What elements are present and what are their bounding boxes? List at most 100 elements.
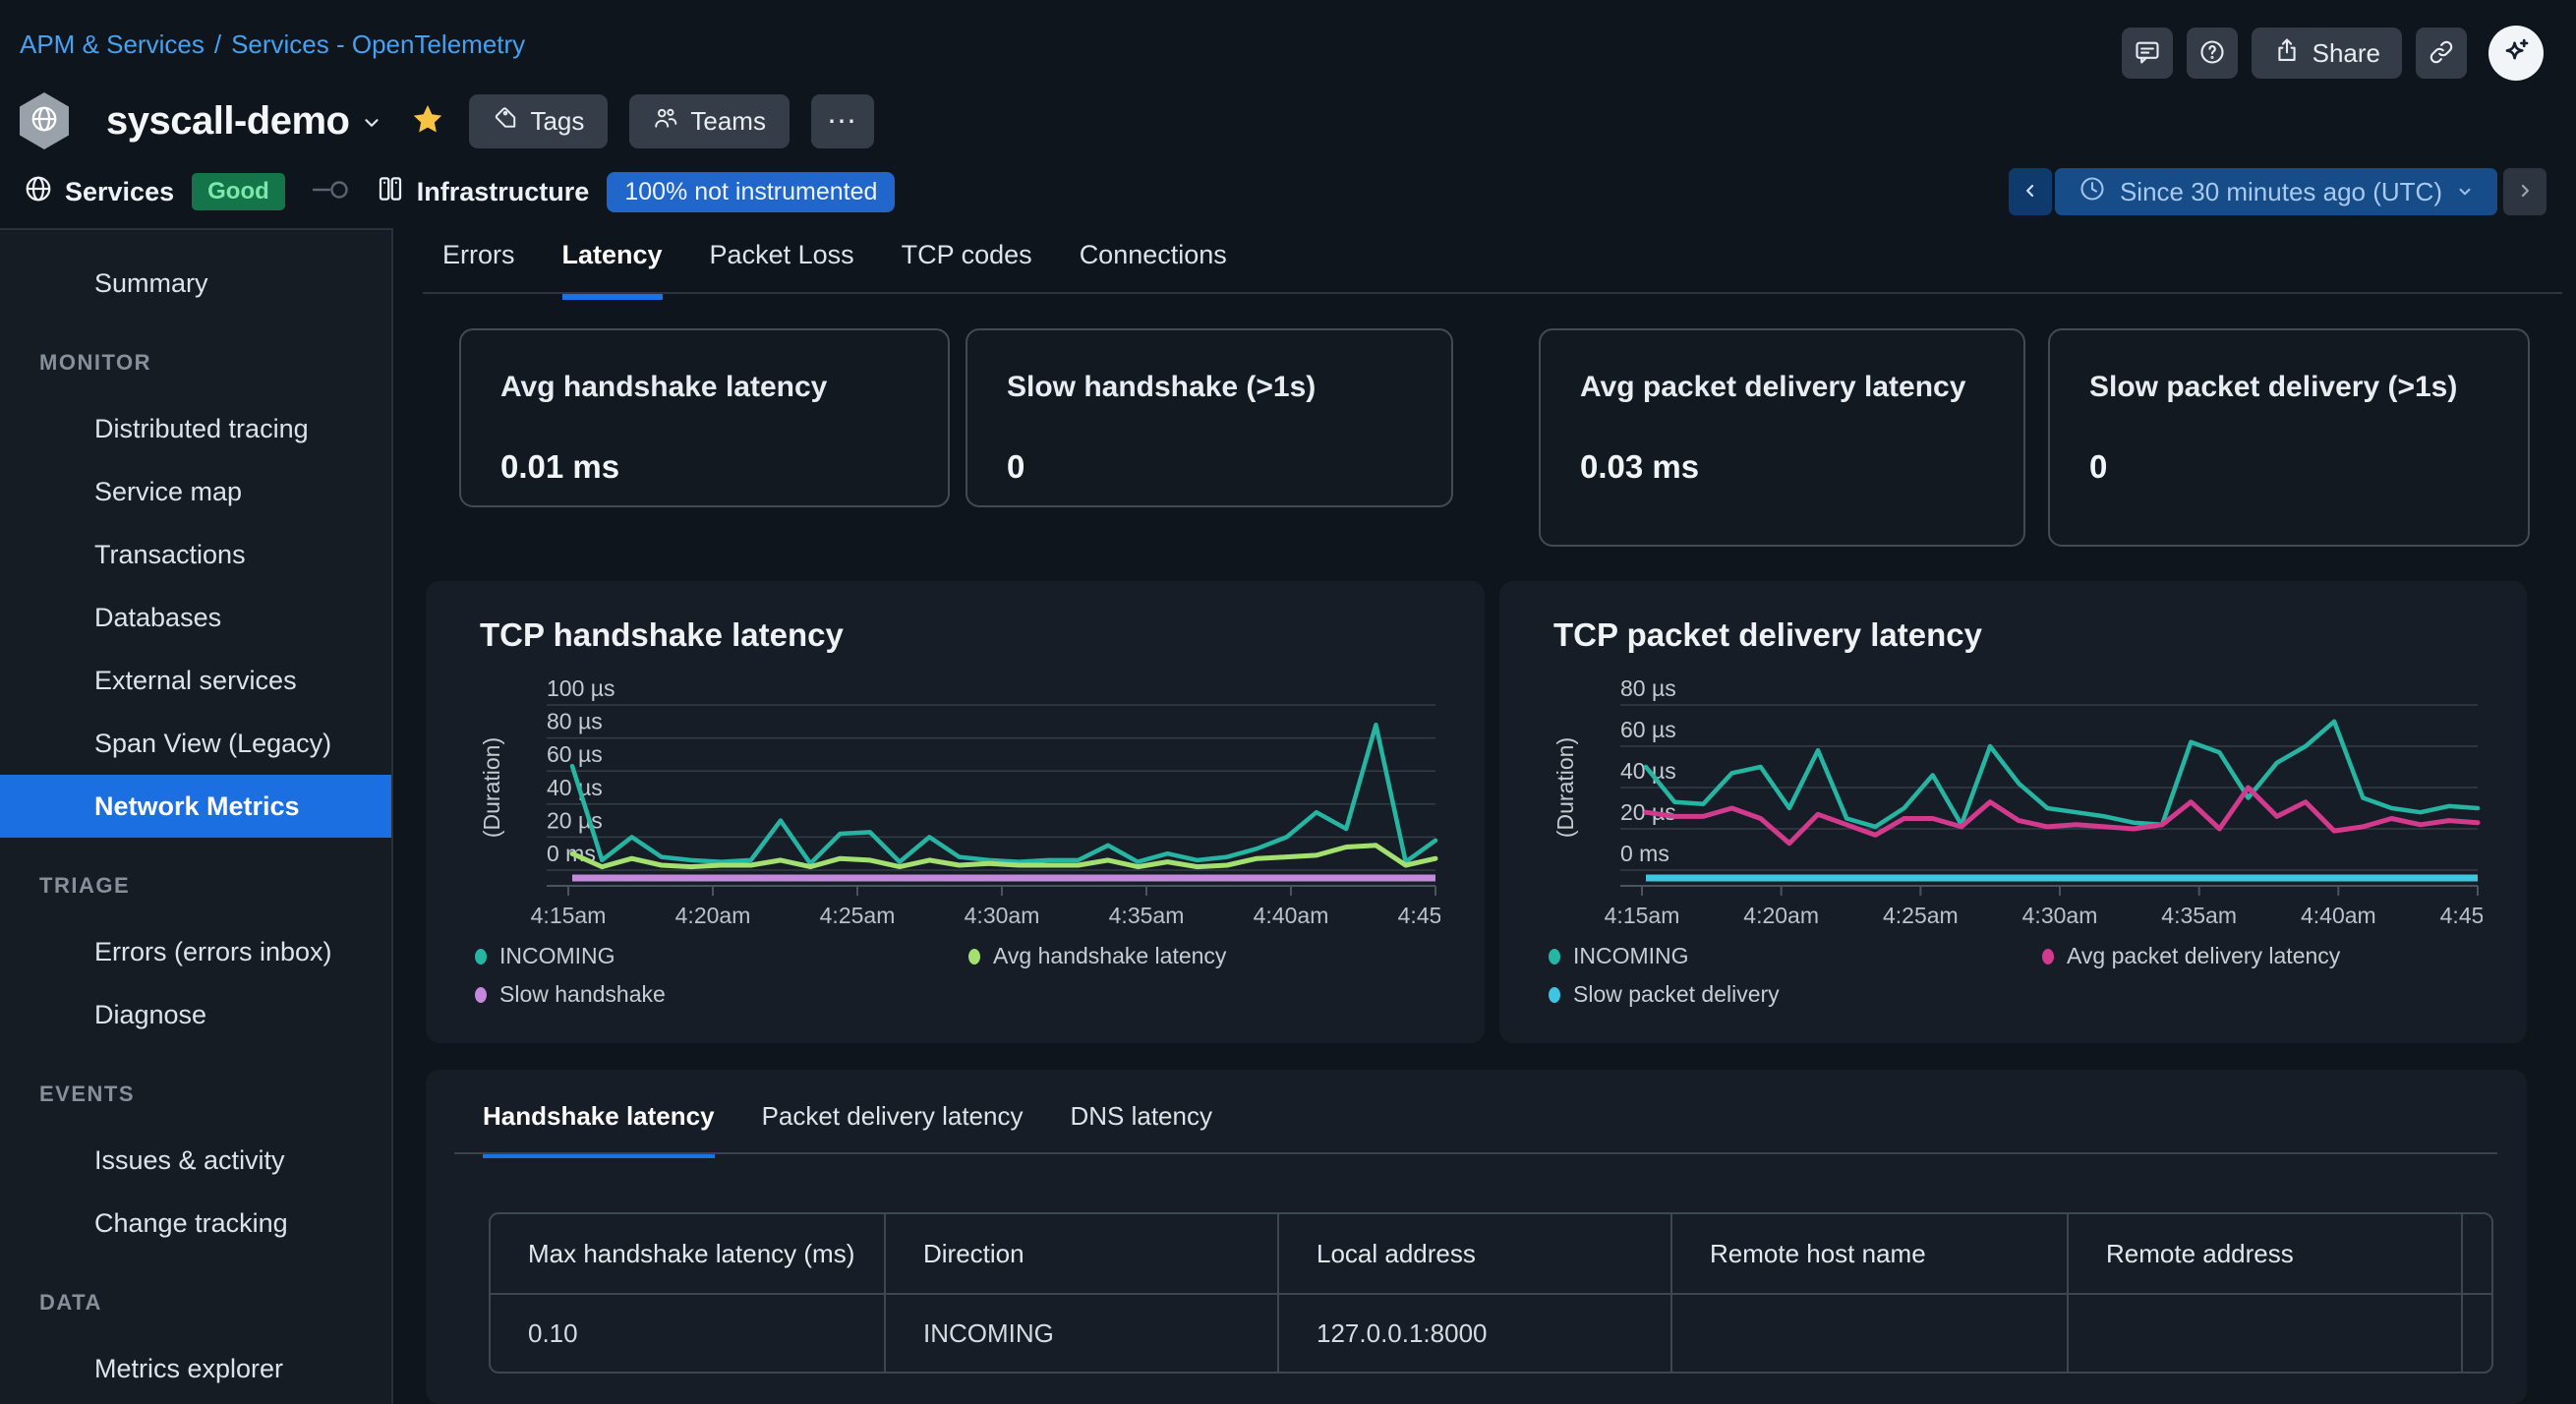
sidebar-item-service-map[interactable]: Service map (0, 460, 391, 523)
comment-icon (2134, 38, 2161, 69)
column-header-local-address[interactable]: Local address (1277, 1214, 1670, 1293)
chevron-down-icon (2456, 177, 2474, 207)
chart-legend: INCOMING Slow handshake Avg handshake late… (475, 943, 1226, 1008)
ai-assistant-button[interactable] (2488, 26, 2544, 81)
sidebar-item-external-services[interactable]: External services (0, 649, 391, 712)
sidebar-item-summary[interactable]: Summary (0, 252, 391, 315)
transactions-icon (39, 539, 71, 570)
teams-button[interactable]: Teams (629, 94, 790, 148)
column-header-remote-host-name[interactable]: Remote host name (1670, 1214, 2067, 1293)
sidebar-section: EVENTSIssues & activityChange tracking (0, 1062, 391, 1255)
svg-text:4:20am: 4:20am (675, 903, 751, 928)
legend-item-incoming[interactable]: INCOMING (1549, 943, 2042, 969)
svg-text:(Duration): (Duration) (1552, 737, 1578, 838)
tab-errors[interactable]: Errors (442, 240, 515, 300)
issues-icon (39, 1144, 71, 1176)
toggle-icon[interactable] (311, 177, 350, 207)
subtab-divider (454, 1152, 2497, 1154)
time-range-previous-button[interactable] (2009, 168, 2052, 215)
sidebar-item-label: Service map (94, 477, 242, 507)
sidebar-section-header: TRIAGE (0, 853, 391, 908)
legend-dot-icon (1549, 987, 1560, 1003)
tab-tcp-codes[interactable]: TCP codes (902, 240, 1032, 300)
tcp-handshake-latency-chart: 100 µs80 µs60 µs40 µs20 µs0 ms(Duration)… (470, 675, 1440, 933)
subtab-packet-delivery-latency[interactable]: Packet delivery latency (762, 1101, 1024, 1158)
help-button[interactable] (2187, 28, 2238, 79)
network-metrics-icon (39, 790, 71, 822)
more-actions-button[interactable]: ⋯ (811, 94, 874, 148)
favorite-star-button[interactable] (410, 102, 447, 140)
chart-legend: INCOMING Slow packet deliveryAvg packet d… (1549, 943, 2340, 1008)
svg-text:4:45am: 4:45am (2440, 903, 2483, 928)
table-cell (2067, 1293, 2461, 1372)
sidebar-item-distributed-tracing[interactable]: Distributed tracing (0, 397, 391, 460)
sidebar-item-databases[interactable]: Databases (0, 586, 391, 649)
metric-card-value: 0.01 ms (500, 448, 908, 486)
sidebar-item-label: Change tracking (94, 1208, 288, 1239)
legend-item-slow-packet-delivery[interactable]: Slow packet delivery (1549, 981, 2042, 1008)
network-metrics-tabs: Errors Latency Packet Loss TCP codes Connect… (442, 240, 1227, 300)
svg-text:80 µs: 80 µs (547, 709, 603, 734)
star-icon (410, 125, 445, 142)
infrastructure-status-badge[interactable]: 100% not instrumented (607, 172, 895, 212)
svg-text:60 µs: 60 µs (547, 741, 603, 767)
column-header-direction[interactable]: Direction (884, 1214, 1277, 1293)
share-button[interactable]: Share (2252, 28, 2402, 79)
sidebar-item-label: Network Metrics (94, 791, 300, 822)
sidebar-item-label: Summary (94, 268, 208, 299)
legend-item-avg-packet-delivery-latency[interactable]: Avg packet delivery latency (2042, 943, 2340, 969)
svg-text:4:40am: 4:40am (2301, 903, 2376, 928)
service-header: syscall-demo Tags Teams ⋯ (20, 92, 874, 149)
svg-text:(Duration): (Duration) (479, 737, 504, 838)
column-header-spacer (2461, 1214, 2491, 1293)
sidebar-item-label: Databases (94, 603, 221, 633)
tab-connections[interactable]: Connections (1080, 240, 1227, 300)
teams-label: Teams (690, 106, 766, 137)
table-row: 0.10INCOMING127.0.0.1:8000 (491, 1293, 2491, 1372)
sidebar-item-errors-errors-inbox[interactable]: Errors (errors inbox) (0, 920, 391, 983)
sidebar-section: MONITORDistributed tracingService mapTra… (0, 330, 391, 838)
share-label: Share (2313, 38, 2380, 69)
sidebar-item-issues-activity[interactable]: Issues & activity (0, 1129, 391, 1192)
table-cell: 127.0.0.1:8000 (1277, 1293, 1670, 1372)
svg-text:4:25am: 4:25am (1883, 903, 1959, 928)
metric-card-title: Slow handshake (>1s) (1007, 368, 1412, 407)
column-header-max-handshake-latency-ms[interactable]: Max handshake latency (ms) (491, 1214, 884, 1293)
legend-dot-icon (1549, 949, 1560, 965)
copy-link-button[interactable] (2416, 28, 2467, 79)
sidebar-item-transactions[interactable]: Transactions (0, 523, 391, 586)
legend-item-incoming[interactable]: INCOMING (475, 943, 968, 969)
tab-latency[interactable]: Latency (562, 240, 663, 300)
sidebar-item-metrics-explorer[interactable]: Metrics explorer (0, 1337, 391, 1400)
service-name: syscall-demo (106, 99, 349, 144)
legend-label: INCOMING (1573, 943, 1689, 969)
sidebar-item-span-view-legacy[interactable]: Span View (Legacy) (0, 712, 391, 775)
svg-text:60 µs: 60 µs (1620, 717, 1676, 742)
legend-item-avg-handshake-latency[interactable]: Avg handshake latency (968, 943, 1226, 969)
feedback-button[interactable] (2122, 28, 2173, 79)
time-range-next-button[interactable] (2503, 168, 2547, 215)
chart-title: TCP packet delivery latency (1553, 616, 1982, 654)
sidebar-item-change-tracking[interactable]: Change tracking (0, 1192, 391, 1255)
tab-packet-loss[interactable]: Packet Loss (710, 240, 854, 300)
link-icon (2428, 38, 2455, 69)
services-status-badge[interactable]: Good (192, 173, 285, 210)
subtab-handshake-latency[interactable]: Handshake latency (483, 1101, 715, 1158)
sidebar-item-label: Diagnose (94, 1000, 206, 1030)
chevron-right-icon (2515, 181, 2535, 204)
legend-item-slow-handshake[interactable]: Slow handshake (475, 981, 968, 1008)
tags-button[interactable]: Tags (469, 94, 608, 148)
breadcrumb-link-services-opentelemetry[interactable]: Services - OpenTelemetry (231, 29, 525, 60)
time-picker: Since 30 minutes ago (UTC) (2009, 168, 2547, 215)
legend-dot-icon (968, 949, 980, 965)
sidebar-item-diagnose[interactable]: Diagnose (0, 983, 391, 1046)
breadcrumb-link-apm-services[interactable]: APM & Services (20, 29, 205, 60)
sidebar-item-label: Transactions (94, 540, 246, 570)
time-range-dropdown[interactable]: Since 30 minutes ago (UTC) (2055, 168, 2497, 215)
column-header-remote-address[interactable]: Remote address (2067, 1214, 2461, 1293)
service-name-dropdown[interactable]: syscall-demo (106, 99, 382, 144)
subtab-dns-latency[interactable]: DNS latency (1070, 1101, 1212, 1158)
sidebar-item-network-metrics[interactable]: Network Metrics (0, 775, 391, 838)
instrumentation-status: Services Good Infrastructure 100% not in… (24, 169, 895, 214)
legend-label: Avg handshake latency (993, 943, 1226, 969)
